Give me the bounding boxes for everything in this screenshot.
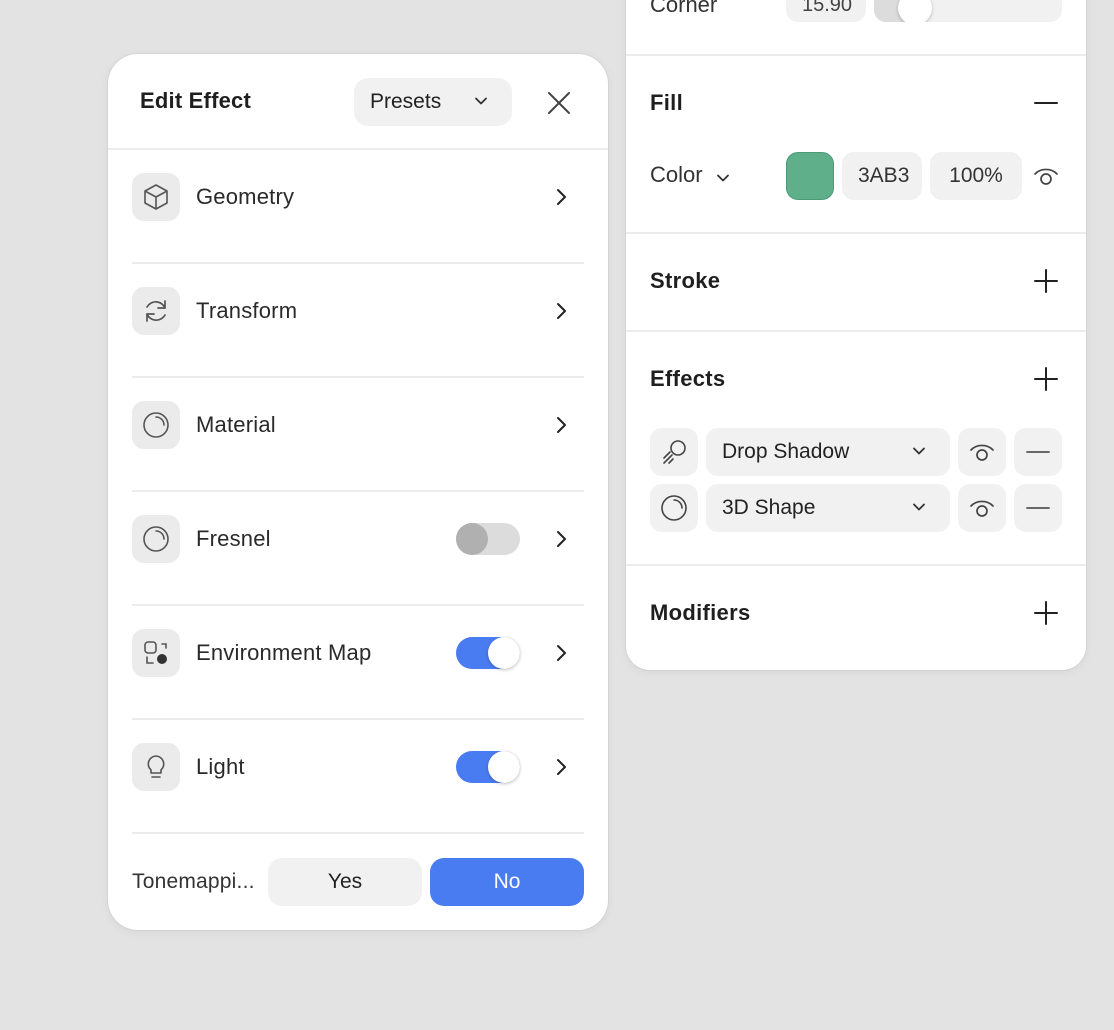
plus-icon[interactable] (1032, 365, 1060, 393)
sphere-icon (650, 484, 698, 532)
effect-row-environment-map[interactable]: Environment Map (132, 606, 584, 720)
environment-map-icon (132, 629, 180, 677)
panel-title: Edit Effect (140, 88, 251, 113)
effect-type-dropdown[interactable]: 3D Shape (706, 484, 950, 532)
fresnel-toggle[interactable] (456, 523, 520, 555)
hex-input[interactable]: 3AB3 (842, 152, 922, 200)
chevron-right-icon[interactable] (552, 300, 570, 322)
visibility-icon (970, 444, 994, 461)
chevron-right-icon[interactable] (552, 756, 570, 778)
edit-effect-panel: Edit Effect Presets Geometry Transform M… (108, 54, 608, 930)
chevron-down-icon (913, 503, 925, 511)
effect-remove-button[interactable] (1014, 484, 1062, 532)
plus-icon[interactable] (1032, 599, 1060, 627)
stroke-section-title: Stroke (650, 268, 721, 293)
corner-slider[interactable] (874, 0, 1062, 22)
environment-map-toggle[interactable] (456, 637, 520, 669)
tonemapping-yes-button[interactable]: Yes (268, 858, 422, 906)
effects-section-title: Effects (650, 366, 726, 391)
toggle-knob (456, 523, 488, 555)
visibility-icon (970, 500, 994, 517)
properties-panel: Corner 15.90 Fill Color 3AB3 100% Stroke… (626, 0, 1086, 670)
refresh-icon (132, 287, 180, 335)
effect-row-light[interactable]: Light (132, 720, 584, 834)
plus-icon[interactable] (1032, 267, 1060, 295)
chevron-right-icon[interactable] (552, 642, 570, 664)
row-label: Environment Map (196, 640, 372, 665)
row-label: Material (196, 412, 276, 437)
close-icon[interactable] (544, 88, 574, 118)
effect-item-3d-shape: 3D Shape (650, 484, 1062, 532)
effect-row-material[interactable]: Material (132, 378, 584, 492)
toggle-knob (488, 637, 520, 669)
color-mode-dropdown[interactable]: Color (650, 162, 703, 188)
color-label: Color (650, 162, 703, 187)
effect-row-transform[interactable]: Transform (132, 264, 584, 378)
minus-icon (1026, 507, 1050, 509)
corner-label: Corner (650, 0, 718, 17)
effect-type-label: 3D Shape (722, 496, 816, 519)
effect-type-label: Drop Shadow (722, 440, 850, 463)
chevron-down-icon[interactable] (714, 169, 732, 187)
minus-icon (1026, 451, 1050, 453)
drop-shadow-icon (650, 428, 698, 476)
tonemapping-label: Tonemappi... (132, 870, 255, 893)
toggle-knob (488, 751, 520, 783)
divider (626, 54, 1086, 56)
row-label: Geometry (196, 184, 295, 209)
tonemapping-no-button[interactable]: No (430, 858, 584, 906)
chevron-right-icon[interactable] (552, 414, 570, 436)
effect-item-drop-shadow: Drop Shadow (650, 428, 1062, 476)
minus-icon[interactable] (1032, 89, 1060, 117)
effect-visibility-button[interactable] (958, 428, 1006, 476)
color-swatch[interactable] (786, 152, 834, 200)
divider (626, 232, 1086, 234)
chevron-right-icon[interactable] (552, 528, 570, 550)
divider (626, 564, 1086, 566)
modifiers-section-title: Modifiers (650, 600, 751, 625)
divider (626, 330, 1086, 332)
chevron-down-icon (475, 97, 487, 105)
sphere-icon (132, 515, 180, 563)
row-label: Light (196, 754, 245, 779)
presets-dropdown[interactable]: Presets (354, 78, 512, 126)
visibility-icon[interactable] (1030, 160, 1062, 192)
effect-remove-button[interactable] (1014, 428, 1062, 476)
edit-effect-header: Edit Effect Presets (108, 54, 608, 150)
cube-icon (132, 173, 180, 221)
effect-row-geometry[interactable]: Geometry (132, 150, 584, 264)
sphere-icon (132, 401, 180, 449)
chevron-right-icon[interactable] (552, 186, 570, 208)
row-label: Fresnel (196, 526, 271, 551)
effect-type-dropdown[interactable]: Drop Shadow (706, 428, 950, 476)
corner-value-field[interactable]: 15.90 (786, 0, 866, 22)
chevron-down-icon (913, 447, 925, 455)
effect-row-fresnel[interactable]: Fresnel (132, 492, 584, 606)
effect-visibility-button[interactable] (958, 484, 1006, 532)
lightbulb-icon (132, 743, 180, 791)
row-label: Transform (196, 298, 298, 323)
presets-label: Presets (370, 90, 442, 113)
fill-section-title: Fill (650, 90, 683, 115)
light-toggle[interactable] (456, 751, 520, 783)
opacity-input[interactable]: 100% (930, 152, 1022, 200)
slider-thumb[interactable] (898, 0, 932, 22)
